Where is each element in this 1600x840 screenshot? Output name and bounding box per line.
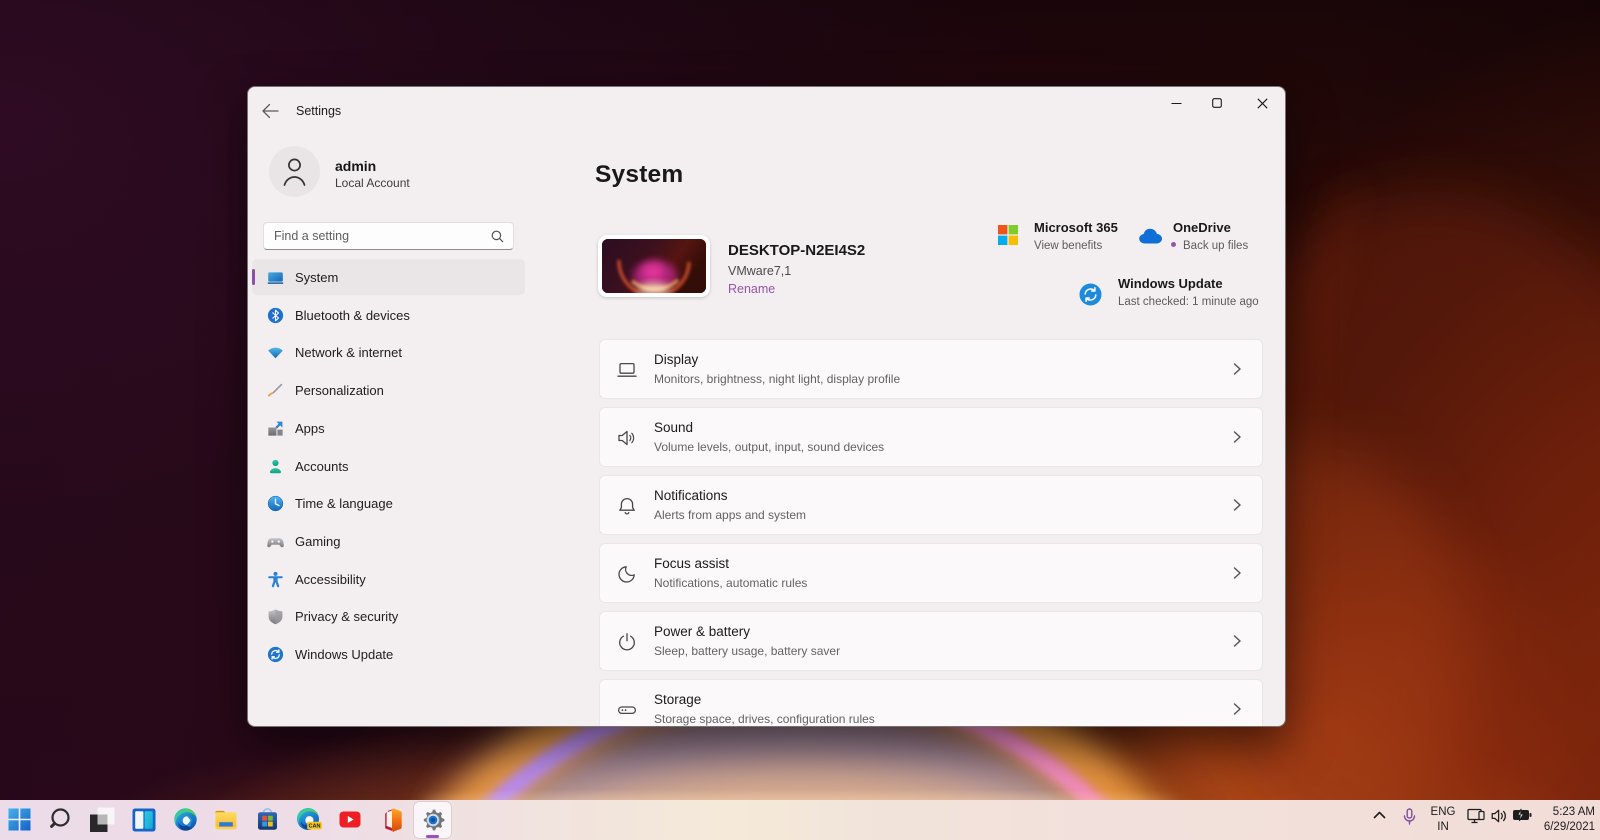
svg-text:CAN: CAN: [308, 824, 320, 830]
